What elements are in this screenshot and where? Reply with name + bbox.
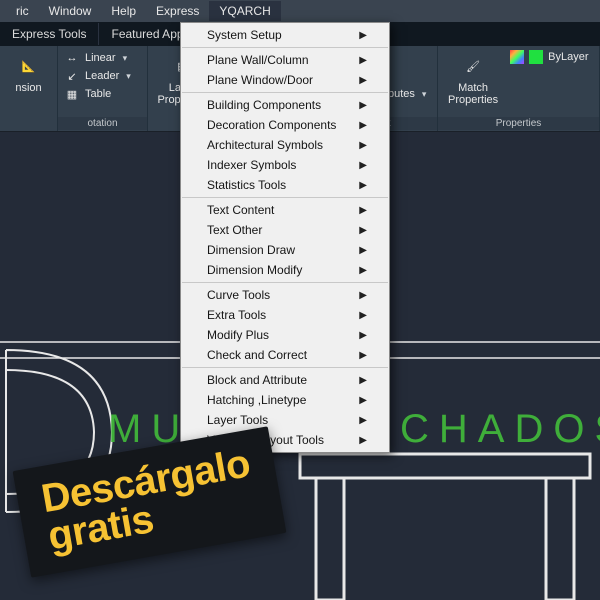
submenu-arrow-icon: ▶ [359, 140, 367, 151]
menu-item-label: Layer Tools [207, 413, 268, 427]
menu-item-label: Extra Tools [207, 308, 266, 322]
menu-item-curve-tools[interactable]: Curve Tools ▶ [181, 285, 389, 305]
panel-label-annotation: otation [58, 117, 147, 130]
menu-item-label: Text Other [207, 223, 262, 237]
dimension-label: nsion [15, 82, 41, 94]
submenu-arrow-icon: ▶ [359, 350, 367, 361]
panel-annotation: ↔ Linear▾ ↙ Leader▾ ▦ Table otation [58, 46, 148, 131]
menu-item-label: Hatching ,Linetype [207, 393, 306, 407]
submenu-arrow-icon: ▶ [359, 55, 367, 66]
menu-item-label: Indexer Symbols [207, 158, 296, 172]
menu-item-label: Plane Window/Door [207, 73, 313, 87]
color-swatch-rainbow [510, 50, 524, 64]
menu-item-plane-window-door[interactable]: Plane Window/Door ▶ [181, 70, 389, 90]
table-button[interactable]: ▦ Table [64, 86, 141, 102]
dimension-icon: 📐 [15, 52, 43, 80]
table-label: Table [85, 88, 111, 100]
menu-item-indexer-symbols[interactable]: Indexer Symbols ▶ [181, 155, 389, 175]
match-icon: 🖌 [459, 52, 487, 80]
menu-item-modify-plus[interactable]: Modify Plus ▶ [181, 325, 389, 345]
submenu-arrow-icon: ▶ [359, 100, 367, 111]
submenu-arrow-icon: ▶ [359, 290, 367, 301]
table-icon: ▦ [64, 86, 80, 102]
linear-label: Linear [85, 52, 116, 64]
menu-item-text-other[interactable]: Text Other ▶ [181, 220, 389, 240]
menu-item-label: Architectural Symbols [207, 138, 323, 152]
menu-item-ric[interactable]: ric [6, 1, 39, 21]
menu-item-label: Plane Wall/Column [207, 53, 309, 67]
menu-item-building-components[interactable]: Building Components ▶ [181, 95, 389, 115]
menu-item-label: Building Components [207, 98, 321, 112]
tab-express-tools[interactable]: Express Tools [0, 23, 99, 45]
panel-dimension-big: 📐 nsion [0, 46, 58, 131]
panel-properties: 🖌 Match Properties ByLayer Properties [438, 46, 600, 131]
color-swatch-green [529, 50, 543, 64]
menu-item-label: Modify Plus [207, 328, 269, 342]
menubar: ric Window Help Express YQARCH [0, 0, 600, 22]
menu-item-label: Text Content [207, 203, 274, 217]
submenu-arrow-icon: ▶ [359, 180, 367, 191]
menu-item-hatching-linetype[interactable]: Hatching ,Linetype ▶ [181, 390, 389, 410]
panel-label-properties: Properties [438, 117, 599, 130]
menu-item-label: System Setup [207, 28, 282, 42]
menu-item-express[interactable]: Express [146, 1, 209, 21]
bylayer-label: ByLayer [548, 51, 588, 63]
submenu-arrow-icon: ▶ [359, 375, 367, 386]
submenu-arrow-icon: ▶ [359, 395, 367, 406]
submenu-arrow-icon: ▶ [359, 225, 367, 236]
menu-item-check-and-correct[interactable]: Check and Correct ▶ [181, 345, 389, 365]
menu-item-dimension-draw[interactable]: Dimension Draw ▶ [181, 240, 389, 260]
submenu-arrow-icon: ▶ [359, 245, 367, 256]
submenu-arrow-icon: ▶ [359, 205, 367, 216]
menu-item-window[interactable]: Window [39, 1, 102, 21]
submenu-arrow-icon: ▶ [359, 415, 367, 426]
menu-item-label: Dimension Draw [207, 243, 295, 257]
submenu-arrow-icon: ▶ [359, 120, 367, 131]
leader-button[interactable]: ↙ Leader▾ [64, 68, 141, 84]
menu-item-text-content[interactable]: Text Content ▶ [181, 200, 389, 220]
submenu-arrow-icon: ▶ [359, 75, 367, 86]
submenu-arrow-icon: ▶ [359, 310, 367, 321]
menu-item-label: Block and Attribute [207, 373, 307, 387]
yqarch-dropdown-menu: System Setup▶Plane Wall/Column▶Plane Win… [180, 22, 390, 453]
menu-item-dimension-modify[interactable]: Dimension Modify ▶ [181, 260, 389, 280]
linear-icon: ↔ [64, 50, 80, 66]
dimension-button[interactable]: 📐 nsion [6, 50, 51, 96]
submenu-arrow-icon: ▶ [359, 30, 367, 41]
menu-item-label: Statistics Tools [207, 178, 286, 192]
leader-icon: ↙ [64, 68, 80, 84]
submenu-arrow-icon: ▶ [359, 330, 367, 341]
menu-item-label: Decoration Components [207, 118, 336, 132]
menu-item-help[interactable]: Help [101, 1, 146, 21]
match-label: Match Properties [448, 82, 498, 106]
menu-item-label: Dimension Modify [207, 263, 302, 277]
menu-item-statistics-tools[interactable]: Statistics Tools ▶ [181, 175, 389, 195]
leader-label: Leader [85, 70, 119, 82]
canvas-text-right: CHADOS [400, 407, 600, 451]
submenu-arrow-icon: ▶ [359, 265, 367, 276]
menu-item-decoration-components[interactable]: Decoration Components ▶ [181, 115, 389, 135]
menu-item-label: Check and Correct [207, 348, 307, 362]
menu-item-block-and-attribute[interactable]: Block and Attribute ▶ [181, 370, 389, 390]
linear-button[interactable]: ↔ Linear▾ [64, 50, 141, 66]
submenu-arrow-icon: ▶ [359, 160, 367, 171]
menu-item-yqarch[interactable]: YQARCH [209, 1, 280, 21]
menu-item-layer-tools[interactable]: Layer Tools ▶ [181, 410, 389, 430]
match-properties-button[interactable]: 🖌 Match Properties [444, 50, 502, 108]
menu-item-label: Curve Tools [207, 288, 270, 302]
menu-item-plane-wall-column[interactable]: Plane Wall/Column ▶ [181, 50, 389, 70]
submenu-arrow-icon: ▶ [359, 435, 367, 446]
menu-item-extra-tools[interactable]: Extra Tools ▶ [181, 305, 389, 325]
menu-item-system-setup[interactable]: System Setup ▶ [181, 25, 389, 45]
menu-item-architectural-symbols[interactable]: Architectural Symbols ▶ [181, 135, 389, 155]
color-picker[interactable]: ByLayer [510, 50, 588, 64]
